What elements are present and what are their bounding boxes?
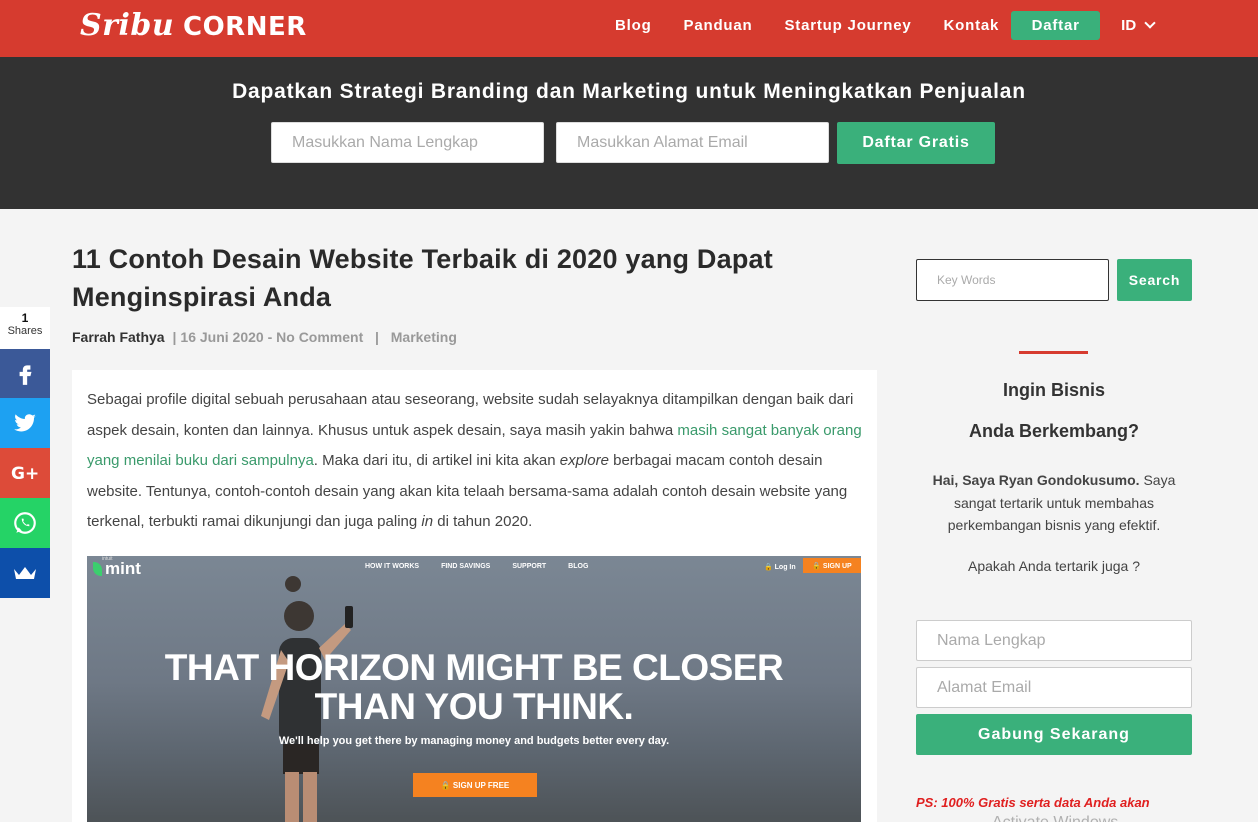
intuit-label: intuit	[102, 556, 113, 562]
mint-link-how-it-works: HOW IT WORKS	[365, 563, 420, 570]
mint-wordmark: mint	[105, 559, 141, 578]
top-navbar: Sribu CORNER Blog Panduan Startup Journe…	[0, 0, 1258, 57]
nav-link-startup-journey[interactable]: Startup Journey	[784, 17, 911, 34]
gabung-sekarang-button[interactable]: Gabung Sekarang	[916, 714, 1192, 755]
mint-leaf-icon	[93, 562, 102, 576]
sidebar-intro-name: Hai, Saya Ryan Gondokusumo.	[932, 472, 1140, 488]
intro-emphasis: explore	[559, 452, 609, 469]
sidebar-name-input[interactable]	[916, 620, 1192, 661]
sidebar-intro: Hai, Saya Ryan Gondokusumo. Saya sangat …	[916, 469, 1192, 537]
share-count: 1	[21, 311, 29, 325]
share-twitter-button[interactable]	[0, 398, 50, 448]
mint-cta: 🔒 SIGN UP FREE	[413, 773, 537, 797]
sidebar-email-input[interactable]	[916, 667, 1192, 708]
meta-separator: |	[172, 329, 177, 345]
share-google-plus-button[interactable]: G+	[0, 448, 50, 498]
mint-link-find-savings: FIND SAVINGS	[441, 563, 491, 570]
newsletter-banner: Dapatkan Strategi Branding dan Marketing…	[0, 57, 1258, 209]
mint-headline-line-1: THAT HORIZON MIGHT BE CLOSER	[164, 647, 784, 688]
nav-links: Blog Panduan Startup Journey Kontak Daft…	[600, 0, 1156, 50]
mint-login: 🔒 Log In	[764, 564, 796, 571]
logo-word: CORNER	[183, 12, 307, 42]
article-title: 11 Contoh Desain Website Terbaik di 2020…	[72, 244, 773, 312]
language-selector[interactable]: ID	[1121, 16, 1156, 34]
intro-text: . Maka dari itu, di artikel ini kita aka…	[313, 452, 560, 469]
nav-link-kontak[interactable]: Kontak	[944, 17, 1000, 34]
mint-headline-line-2: THAN YOU THINK.	[314, 686, 634, 727]
article-intro-paragraph: Sebagai profile digital sebuah perusahaa…	[87, 385, 867, 538]
mint-headline: THAT HORIZON MIGHT BE CLOSER THAN YOU TH…	[87, 648, 861, 726]
share-whatsapp-button[interactable]	[0, 498, 50, 548]
facebook-icon	[19, 365, 32, 385]
sidebar-search-input[interactable]	[916, 259, 1109, 301]
google-plus-icon: G+	[11, 464, 39, 483]
mint-link-support: SUPPORT	[512, 563, 547, 570]
whatsapp-icon	[14, 512, 36, 534]
article-author[interactable]: Farrah Fathya	[72, 329, 165, 345]
mint-nav-links: HOW IT WORKS FIND SAVINGS SUPPORT BLOG	[365, 563, 588, 570]
sumo-crown-icon	[14, 567, 36, 579]
mint-link-blog: BLOG	[568, 563, 589, 570]
sidebar-heading-line-1: Ingin Bisnis	[1002, 380, 1105, 400]
svg-text:G+: G+	[11, 464, 39, 483]
mint-signup: 🔒 SIGN UP	[803, 558, 861, 573]
article-date: 16 Juni 2020	[180, 329, 264, 345]
sidebar-divider	[1019, 351, 1088, 354]
sribu-corner-logo[interactable]: Sribu CORNER	[80, 8, 307, 43]
intro-text: di tahun 2020.	[433, 513, 533, 530]
banner-email-input[interactable]	[556, 122, 829, 163]
logo-script: Sribu	[80, 8, 175, 43]
banner-title: Dapatkan Strategi Branding dan Marketing…	[232, 80, 1026, 103]
language-label: ID	[1121, 16, 1137, 34]
daftar-button[interactable]: Daftar	[1011, 10, 1101, 40]
sidebar-search-button[interactable]: Search	[1117, 259, 1192, 301]
share-sumo-button[interactable]	[0, 548, 50, 598]
article-comments[interactable]: No Comment	[276, 329, 363, 345]
meta-separator: |	[371, 329, 383, 345]
sidebar-heading-line-2: Anda Berkembang?	[968, 421, 1140, 441]
mint-subline: We'll help you get there by managing mon…	[278, 735, 670, 747]
meta-dash: -	[267, 329, 273, 345]
sidebar-ps-note: PS: 100% Gratis serta data Anda akan	[916, 795, 1150, 810]
share-label: Shares	[7, 325, 43, 337]
nav-link-panduan[interactable]: Panduan	[684, 17, 753, 34]
banner-name-input[interactable]	[271, 122, 544, 163]
sidebar-question: Apakah Anda tertarik juga ?	[967, 558, 1140, 574]
chevron-down-icon	[1144, 16, 1156, 29]
share-counter: 1 Shares	[0, 307, 50, 349]
article-meta: Farrah Fathya | 16 Juni 2020 - No Comment…	[72, 329, 457, 345]
mint-screenshot-image: intuit mint HOW IT WORKS FIND SAVINGS SU…	[87, 556, 861, 822]
nav-link-blog[interactable]: Blog	[615, 17, 652, 34]
article-category[interactable]: Marketing	[391, 329, 457, 345]
windows-activation-watermark: Activate Windows	[992, 814, 1118, 822]
intro-emphasis: in	[421, 513, 434, 530]
mint-navbar: intuit mint HOW IT WORKS FIND SAVINGS SU…	[87, 556, 861, 580]
daftar-gratis-button[interactable]: Daftar Gratis	[837, 122, 995, 164]
article-content: Sebagai profile digital sebuah perusahaa…	[72, 370, 877, 822]
twitter-icon	[14, 414, 37, 432]
share-facebook-button[interactable]	[0, 349, 50, 399]
mint-logo: intuit mint	[93, 556, 141, 579]
